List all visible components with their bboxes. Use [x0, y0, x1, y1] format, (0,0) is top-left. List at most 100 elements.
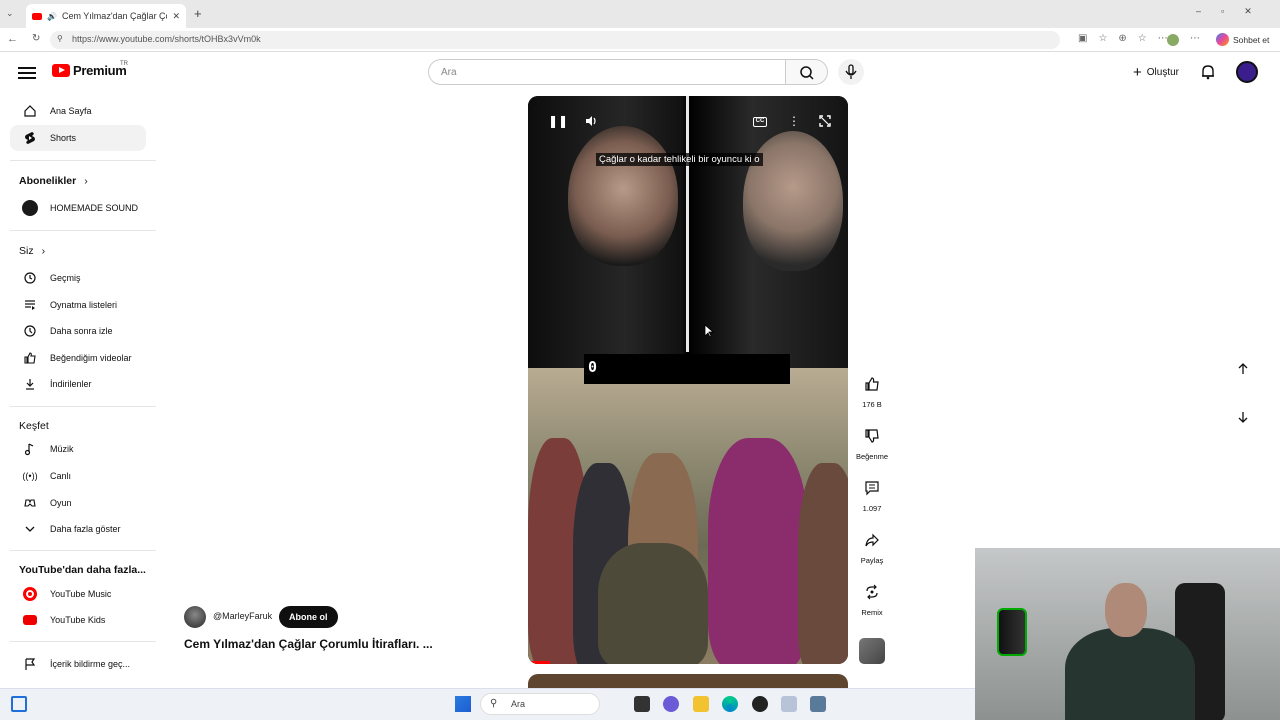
tab-close-icon[interactable]: ✕ — [172, 11, 180, 22]
comments-button[interactable]: 1.097 — [852, 474, 892, 513]
copilot-icon — [1216, 33, 1229, 46]
microphone-icon — [845, 64, 857, 79]
previous-video-button[interactable] — [1229, 355, 1257, 383]
address-bar-row: ← ↻ ⚲ https://www.youtube.com/shorts/tOH… — [0, 28, 1280, 52]
explore-title: Keşfet — [19, 420, 49, 432]
hamburger-menu-icon[interactable] — [18, 64, 36, 80]
obs-icon[interactable] — [752, 696, 768, 712]
back-icon[interactable]: ← — [7, 33, 18, 45]
calculator-icon[interactable] — [810, 696, 826, 712]
notifications-button[interactable] — [1198, 62, 1218, 82]
sidebar-item-history[interactable]: Geçmiş — [10, 265, 146, 291]
video-figure — [598, 543, 708, 664]
bell-icon — [1202, 65, 1214, 80]
browser-toolbar-icons[interactable]: ▣☆⊕☆⋯ — [1078, 33, 1179, 44]
explore-heading: Keşfet — [19, 420, 49, 432]
sidebar-item-liked-videos[interactable]: Beğendiğim videolar — [10, 345, 146, 371]
channel-handle[interactable]: @MarleyFaruk — [213, 611, 272, 621]
app-icon[interactable] — [781, 696, 797, 712]
share-button[interactable]: Paylaş — [852, 526, 892, 565]
chevron-right-icon: › — [41, 245, 46, 257]
video-title[interactable]: Cem Yılmaz'dan Çağlar Çorumlu İtirafları… — [184, 637, 433, 651]
youtube-favicon-icon — [32, 12, 42, 20]
dislike-button[interactable]: Beğenme — [852, 422, 892, 461]
volume-icon[interactable] — [584, 114, 598, 131]
sidebar-item-playlists[interactable]: Oynatma listeleri — [10, 292, 146, 318]
taskbar-search-label: Ara — [511, 699, 526, 709]
sidebar-item-gaming[interactable]: Oyun — [10, 490, 146, 516]
sidebar-item-home[interactable]: Ana Sayfa — [10, 98, 146, 124]
task-view-icon[interactable] — [634, 696, 650, 712]
sidebar-item-show-more[interactable]: Daha fazla göster — [10, 516, 146, 542]
window-controls[interactable]: ‒▫✕ — [1196, 6, 1272, 17]
channel-avatar[interactable] — [184, 606, 206, 628]
create-button[interactable]: + Oluştur — [1125, 60, 1187, 84]
refresh-icon[interactable]: ↻ — [32, 33, 40, 44]
account-avatar[interactable] — [1236, 61, 1258, 83]
thumbs-down-icon — [858, 422, 886, 450]
subscribe-button[interactable]: Abone ol — [279, 606, 338, 628]
url-field[interactable]: ⚲ https://www.youtube.com/shorts/tOHBx3v… — [50, 31, 1060, 49]
history-icon — [10, 271, 50, 285]
more-menu-icon[interactable]: ⋯ — [1190, 33, 1200, 44]
music-icon — [10, 442, 50, 456]
tab-list-icon[interactable]: ⌄ — [6, 8, 14, 19]
sidebar-divider — [10, 641, 156, 642]
like-button[interactable]: 176 B — [852, 370, 892, 409]
voice-search-button[interactable] — [838, 59, 864, 85]
sidebar-item-music[interactable]: Müzik — [10, 436, 146, 462]
video-split-divider — [686, 96, 689, 352]
share-icon — [858, 526, 886, 554]
subscriptions-title: Abonelikler — [19, 175, 77, 187]
remix-icon — [858, 578, 886, 606]
sidebar-item-subscription[interactable]: HOMEMADE SOUND — [10, 195, 146, 221]
sidebar-item-downloads[interactable]: İndirilenler — [10, 371, 146, 397]
subscriptions-heading[interactable]: Abonelikler › — [19, 175, 88, 187]
youtube-premium-logo[interactable]: Premium TR — [52, 61, 128, 78]
you-heading[interactable]: Siz › — [19, 245, 45, 257]
logo-region: TR — [120, 61, 128, 67]
profile-icon[interactable] — [1167, 34, 1179, 46]
sound-thumbnail[interactable] — [859, 638, 885, 664]
audio-playing-icon[interactable]: 🔊 — [47, 12, 57, 21]
sidebar-item-report[interactable]: İçerik bildirme geç... — [10, 651, 146, 677]
next-video-preview[interactable] — [528, 674, 848, 688]
video-figure — [798, 463, 848, 664]
arrow-down-icon — [1238, 412, 1248, 423]
like-count: 176 B — [862, 400, 882, 409]
remix-label: Remix — [861, 608, 883, 617]
fullscreen-icon[interactable] — [818, 114, 832, 131]
flag-icon — [10, 657, 50, 671]
windows-start-icon[interactable] — [455, 696, 471, 712]
captions-icon[interactable]: CC — [753, 117, 767, 127]
sidebar-item-youtube-kids[interactable]: YouTube Kids — [10, 607, 146, 633]
pause-icon[interactable]: ❚❚ — [548, 114, 568, 128]
next-video-button[interactable] — [1229, 403, 1257, 431]
sidebar-item-youtube-music[interactable]: YouTube Music — [10, 581, 146, 607]
search-button[interactable] — [786, 59, 828, 85]
edge-browser-icon[interactable] — [722, 696, 738, 712]
sidebar-item-label: Shorts — [50, 133, 77, 143]
search-icon — [800, 66, 814, 80]
browser-tab[interactable]: 🔊 Cem Yılmaz'dan Çağlar Çorumlu İtirafla… — [26, 4, 186, 28]
copilot-button[interactable]: Sohbet et — [1216, 33, 1269, 46]
taskbar-search[interactable]: ⚲ Ara — [480, 693, 600, 715]
remix-button[interactable]: Remix — [852, 578, 892, 617]
you-title: Siz — [19, 245, 34, 257]
download-icon — [10, 377, 50, 391]
sidebar-item-label: Geçmiş — [50, 273, 81, 283]
video-subtitle: Çağlar o kadar tehlikeli bir oyuncu ki o — [596, 153, 763, 166]
site-info-icon[interactable]: ⚲ — [57, 34, 63, 43]
sidebar-item-shorts[interactable]: Shorts — [10, 125, 146, 151]
sidebar-item-watch-later[interactable]: Daha sonra izle — [10, 318, 146, 344]
new-tab-button[interactable]: + — [194, 6, 202, 21]
video-progress-bar[interactable] — [528, 661, 551, 664]
shorts-video-player[interactable]: 0 Çağlar o kadar tehlikeli bir oyuncu ki… — [528, 96, 848, 664]
more-options-icon[interactable]: ⋮ — [788, 114, 800, 128]
sidebar-item-live[interactable]: ((•)) Canlı — [10, 463, 146, 489]
file-explorer-icon[interactable] — [693, 696, 709, 712]
chat-icon[interactable] — [663, 696, 679, 712]
search-input[interactable]: Ara — [428, 59, 786, 85]
widgets-icon[interactable] — [11, 696, 27, 712]
video-frame-top — [528, 96, 848, 368]
